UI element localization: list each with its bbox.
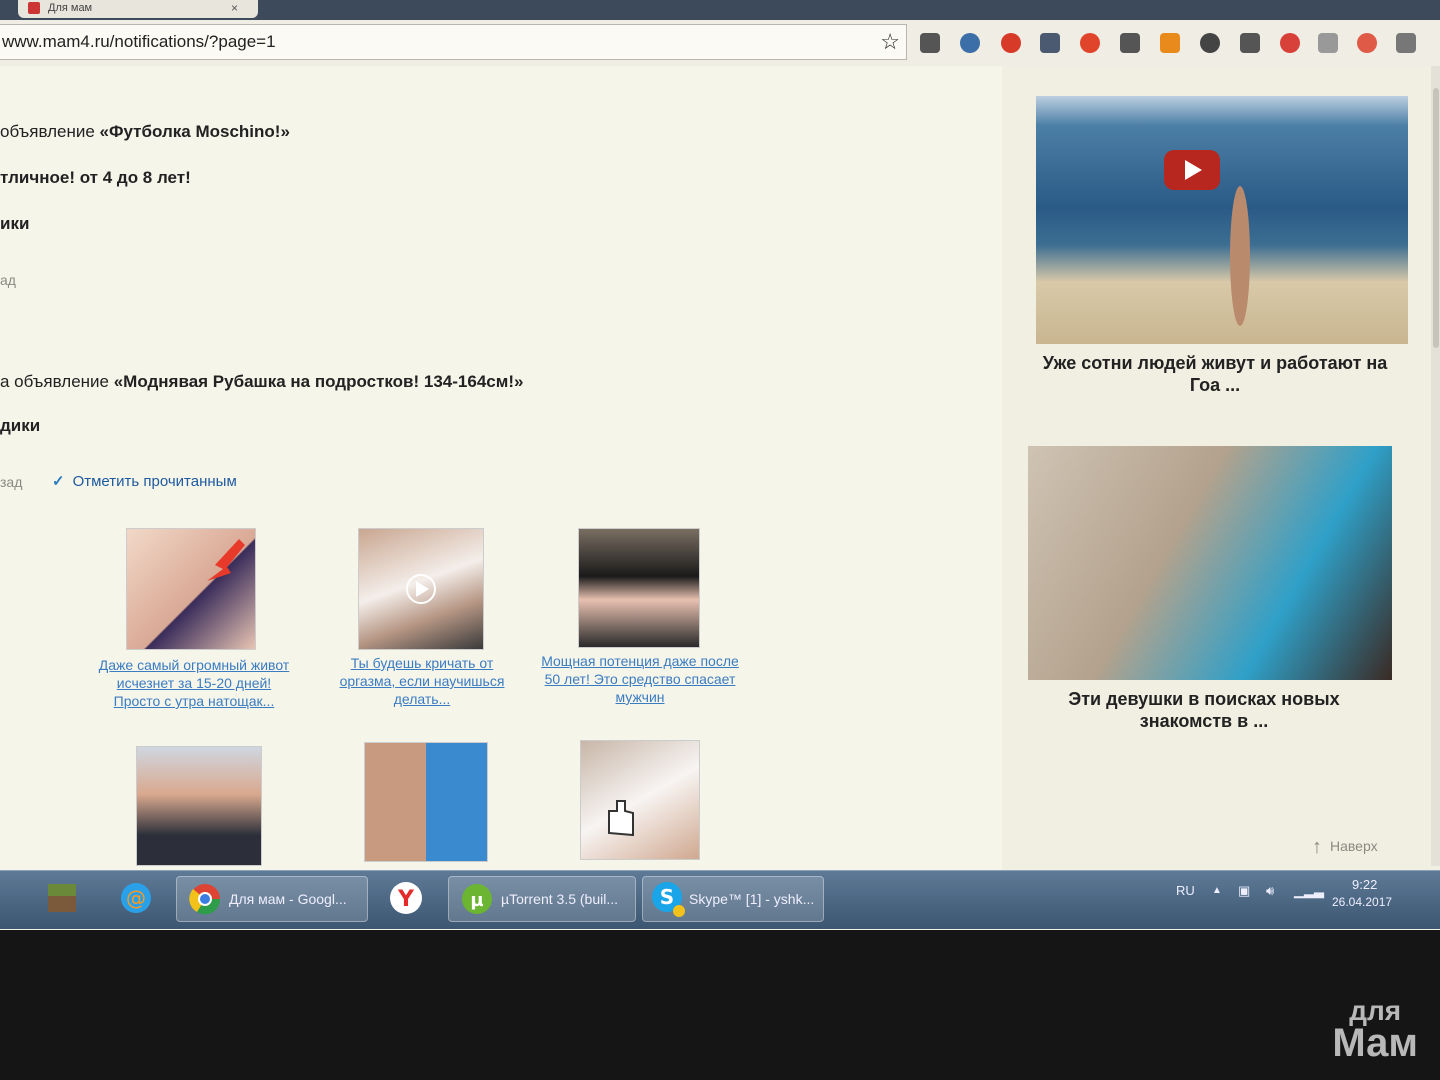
taskbar-utorrent[interactable]: µ µTorrent 3.5 (buil... bbox=[448, 876, 636, 922]
thumb-caption-1[interactable]: Даже самый огромный живот исчезнет за 15… bbox=[96, 656, 292, 710]
thumb-caption-3[interactable]: Мощная потенция даже после 50 лет! Это с… bbox=[540, 652, 740, 706]
minecraft-icon[interactable] bbox=[40, 876, 84, 920]
svg-text:S: S bbox=[660, 885, 674, 909]
ad-beach-image[interactable] bbox=[1036, 96, 1408, 344]
signal-icon[interactable]: ▁▂▃ bbox=[1294, 883, 1324, 899]
notification-1-title[interactable]: «Футболка Moschino!» bbox=[100, 122, 290, 141]
taskbar-skype-label: Skype™ [1] - yshk... bbox=[689, 891, 815, 907]
taskbar-utorrent-label: µTorrent 3.5 (buil... bbox=[501, 891, 619, 907]
screen: Для мам × www.mam4.ru/notifications/?pag… bbox=[0, 0, 1440, 930]
search-extension-icon[interactable] bbox=[920, 33, 940, 53]
notification-1-prefix: объявление bbox=[0, 122, 100, 141]
mark-read-label: Отметить прочитанным bbox=[72, 473, 237, 490]
browser-tab[interactable]: Для мам × bbox=[18, 0, 258, 18]
ad-caption-1[interactable]: Уже сотни людей живут и работают на Гоа … bbox=[1040, 352, 1390, 396]
home-icon[interactable] bbox=[1040, 33, 1060, 53]
thumb-belly-image[interactable] bbox=[126, 528, 256, 650]
bookmark-star-icon[interactable]: ☆ bbox=[880, 29, 900, 55]
to-top-label: Наверх bbox=[1330, 838, 1378, 854]
yandex-browser-icon[interactable]: Y bbox=[384, 876, 428, 920]
puzzle-extension-icon[interactable] bbox=[960, 33, 980, 53]
notification-1: объявление «Футболка Moschino!» bbox=[0, 122, 290, 142]
utorrent-icon: µ bbox=[462, 884, 492, 914]
youtube-play-icon bbox=[1164, 150, 1250, 326]
thumb-video-image[interactable] bbox=[358, 528, 484, 650]
clock-time[interactable]: 9:22 bbox=[1352, 877, 1377, 892]
thumb-hand-image[interactable] bbox=[580, 740, 700, 860]
clock-date[interactable]: 26.04.2017 bbox=[1332, 895, 1392, 909]
favicon-icon bbox=[28, 2, 40, 14]
thumb-skirt-image[interactable] bbox=[578, 528, 700, 648]
arrow-up-icon: ↑ bbox=[1312, 836, 1322, 858]
mail-agent-icon[interactable]: @ bbox=[114, 876, 158, 920]
ad-girl-image[interactable] bbox=[1028, 446, 1392, 680]
url-text: www.mam4.ru/notifications/?page=1 bbox=[2, 32, 276, 51]
tab-title: Для мам bbox=[48, 2, 93, 14]
scrollbar-thumb[interactable] bbox=[1433, 88, 1439, 348]
address-bar[interactable]: www.mam4.ru/notifications/?page=1 ☆ bbox=[0, 24, 907, 60]
gray-extension-icon[interactable] bbox=[1318, 33, 1338, 53]
bookmark-extension-icon[interactable] bbox=[1160, 33, 1180, 53]
mark-read-link[interactable]: ✓ Отметить прочитанным bbox=[52, 472, 237, 490]
target-extension-icon[interactable] bbox=[1280, 33, 1300, 53]
watermark-logo: для Мам bbox=[1332, 997, 1418, 1065]
taskbar: @ Для мам - Googl... Y µ µTorrent 3.5 (b… bbox=[0, 870, 1440, 929]
thumb-before-after-image[interactable] bbox=[364, 742, 488, 862]
yandex-mail-icon[interactable] bbox=[1357, 33, 1377, 53]
tray-expand-icon[interactable]: ▲ bbox=[1212, 885, 1222, 896]
thumb-politician-image[interactable] bbox=[136, 746, 262, 866]
notification-1-meta: ад bbox=[0, 272, 16, 288]
compass-extension-icon[interactable] bbox=[1080, 33, 1100, 53]
to-top-link[interactable]: ↑ Наверх bbox=[1312, 836, 1378, 859]
ad-caption-2[interactable]: Эти девушки в поисках новых знакомств в … bbox=[1032, 688, 1376, 732]
notification-2-line3: дики bbox=[0, 416, 41, 435]
notification-2-title[interactable]: «Моднявая Рубашка на подростков! 134-164… bbox=[114, 372, 524, 391]
notification-2-meta: зад bbox=[0, 474, 23, 490]
circle-extension-icon[interactable] bbox=[1200, 33, 1220, 53]
svg-text:µ: µ bbox=[470, 890, 483, 911]
hand-cursor-icon bbox=[608, 800, 634, 837]
tab-strip: Для мам × bbox=[0, 0, 1440, 20]
check-icon: ✓ bbox=[52, 473, 65, 490]
menu-icon[interactable] bbox=[1396, 33, 1416, 53]
taskbar-chrome-label: Для мам - Googl... bbox=[229, 891, 347, 907]
svg-text:Y: Y bbox=[397, 887, 415, 912]
notification-1-line2: тличное! от 4 до 8 лет! bbox=[0, 168, 191, 187]
reader-extension-icon[interactable] bbox=[1120, 33, 1140, 53]
browser-toolbar: www.mam4.ru/notifications/?page=1 ☆ bbox=[0, 20, 1440, 67]
language-indicator[interactable]: RU bbox=[1176, 883, 1195, 898]
svg-text:@: @ bbox=[126, 886, 146, 910]
watermark-bottom: Мам bbox=[1332, 1021, 1418, 1065]
yandex-extension-icon[interactable] bbox=[1001, 33, 1021, 53]
notification-1-line3: ики bbox=[0, 214, 30, 233]
close-icon[interactable]: × bbox=[231, 1, 238, 15]
chrome-icon bbox=[189, 884, 221, 915]
taskbar-chrome[interactable]: Для мам - Googl... bbox=[176, 876, 368, 922]
volume-icon[interactable]: 🔊︎ bbox=[1266, 883, 1274, 899]
taskbar-skype[interactable]: S Skype™ [1] - yshk... bbox=[642, 876, 824, 922]
play-icon bbox=[406, 574, 436, 604]
skype-icon: S bbox=[652, 882, 685, 917]
notification-2: а объявление «Моднявая Рубашка на подрос… bbox=[0, 372, 523, 392]
network-icon[interactable]: ▣ bbox=[1238, 883, 1250, 899]
notification-2-prefix: а объявление bbox=[0, 372, 114, 391]
red-arrow-icon bbox=[207, 539, 245, 581]
download-icon[interactable] bbox=[1240, 33, 1260, 53]
thumb-caption-2[interactable]: Ты будешь кричать от оргазма, если научи… bbox=[322, 654, 522, 708]
